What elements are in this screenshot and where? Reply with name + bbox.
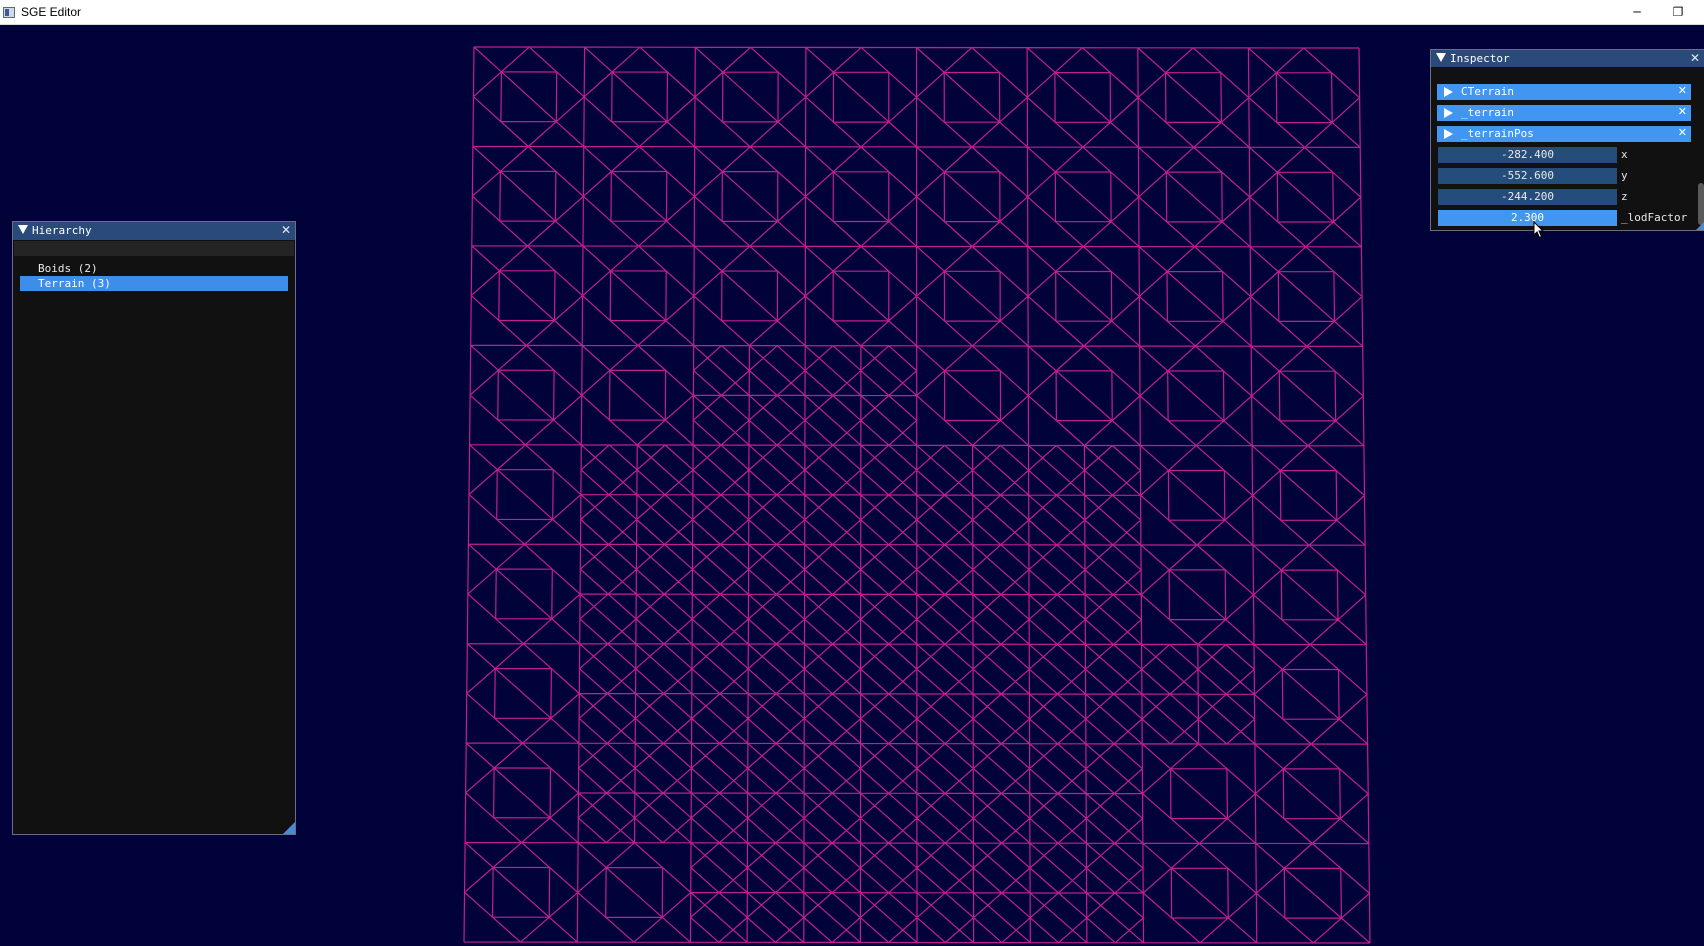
expand-triangle-icon <box>1444 129 1453 139</box>
component-header-label: CTerrain <box>1461 85 1514 98</box>
lodfactor-field[interactable]: 2.300 <box>1438 210 1617 226</box>
minimize-button[interactable]: ─ <box>1614 0 1660 25</box>
hierarchy-title: Hierarchy <box>32 224 92 237</box>
component-header-terrain[interactable]: _terrain ✕ <box>1437 105 1691 121</box>
component-header-terrainpos[interactable]: _terrainPos ✕ <box>1437 126 1691 142</box>
inspector-title: Inspector <box>1450 52 1510 65</box>
resize-grip[interactable] <box>283 822 295 834</box>
hierarchy-panel: Hierarchy ✕ Boids (2) Terrain (3) <box>12 221 296 835</box>
inspector-panel: Inspector ✕ CTerrain ✕ _terrain ✕ _terra… <box>1430 49 1704 231</box>
terrainpos-z-field[interactable]: -244.200 <box>1438 189 1617 205</box>
component-header-label: _terrain <box>1461 106 1514 119</box>
terrainpos-x-field[interactable]: -282.400 <box>1438 147 1617 163</box>
app-window-icon <box>3 7 15 18</box>
terrainpos-x-label: x <box>1621 148 1628 161</box>
window-title: SGE Editor <box>21 5 82 19</box>
terrain-mesh-lines <box>463 46 1371 944</box>
terrainpos-z-label: z <box>1621 190 1628 203</box>
mouse-cursor-icon <box>1533 221 1545 239</box>
inspector-titlebar[interactable]: Inspector ✕ <box>1431 50 1704 67</box>
tree-item-terrain[interactable]: Terrain (3) <box>20 276 288 291</box>
window-titlebar: SGE Editor ─ ❐ <box>0 0 1704 25</box>
remove-component-icon[interactable]: ✕ <box>1678 126 1687 139</box>
restore-button[interactable]: ❐ <box>1655 0 1701 25</box>
component-header-cterrain[interactable]: CTerrain ✕ <box>1437 84 1691 100</box>
close-icon[interactable]: ✕ <box>281 223 291 237</box>
remove-component-icon[interactable]: ✕ <box>1678 84 1687 97</box>
collapse-triangle-icon[interactable] <box>18 225 28 234</box>
expand-triangle-icon <box>1444 108 1453 118</box>
resize-grip[interactable] <box>1696 222 1704 230</box>
hierarchy-tree: Boids (2) Terrain (3) <box>20 261 288 291</box>
terrainpos-y-label: y <box>1621 169 1628 182</box>
hierarchy-filter-bar[interactable] <box>14 241 294 256</box>
tree-item-boids[interactable]: Boids (2) <box>20 261 288 276</box>
inspector-scrollbar[interactable] <box>1698 183 1704 225</box>
lodfactor-label: _lodFactor <box>1621 211 1688 224</box>
component-header-label: _terrainPos <box>1461 127 1534 140</box>
close-icon[interactable]: ✕ <box>1690 51 1700 65</box>
remove-component-icon[interactable]: ✕ <box>1678 105 1687 118</box>
terrainpos-y-field[interactable]: -552.600 <box>1438 168 1617 184</box>
hierarchy-titlebar[interactable]: Hierarchy ✕ <box>13 222 295 240</box>
expand-triangle-icon <box>1444 87 1453 97</box>
collapse-triangle-icon[interactable] <box>1436 53 1446 62</box>
